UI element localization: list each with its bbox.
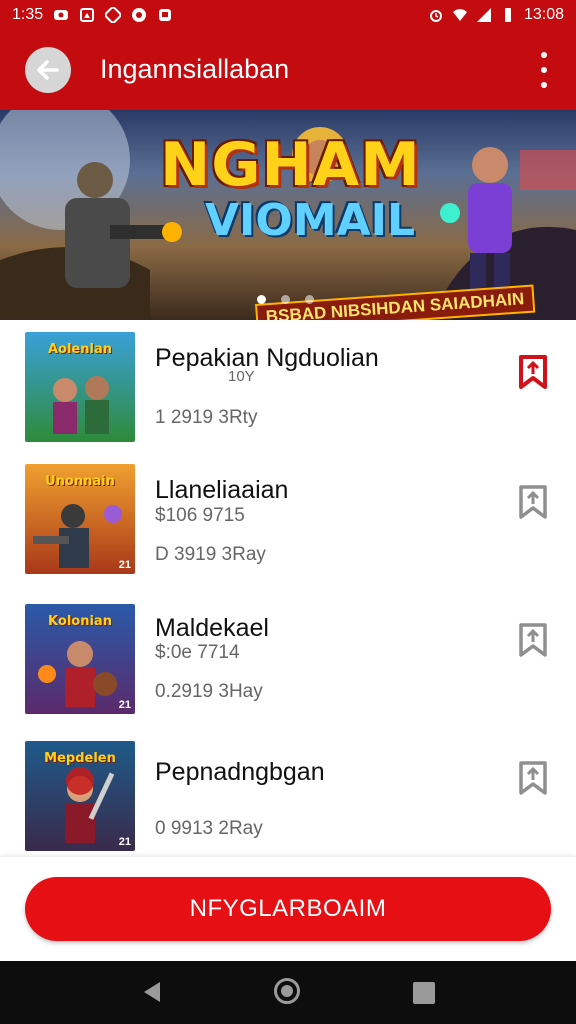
banner-title: NGHAM xyxy=(160,130,421,200)
primary-action-button[interactable]: NFYGLARBOAIM xyxy=(25,877,551,941)
bookmark-icon[interactable] xyxy=(518,484,548,520)
featured-banner[interactable]: NGHAM VIOMAIL BSBAD NIBSIHDAN SAIADHAIN xyxy=(0,110,576,320)
nav-home-icon[interactable] xyxy=(274,978,300,1004)
bookmark-icon[interactable] xyxy=(518,622,548,658)
item-meta: 0.2919 3Hay xyxy=(155,681,263,702)
item-title: Llaneliaaian xyxy=(155,476,289,504)
alarm-icon xyxy=(429,10,442,22)
more-vert-icon xyxy=(541,52,547,58)
bottom-action-area: NFYGLARBOAIM xyxy=(0,857,576,961)
item-subtitle: 10Y xyxy=(228,368,255,385)
notification-icon xyxy=(132,8,147,22)
game-thumbnail: Mepdelen 21 xyxy=(25,741,135,851)
image-icon xyxy=(80,8,95,22)
bookmark-filled-icon[interactable] xyxy=(518,354,548,390)
thumbnail-label: Mepdelen xyxy=(44,751,116,766)
status-bar: 1:35 13:08 xyxy=(0,0,576,30)
item-meta: D 3919 3Ray xyxy=(155,544,266,565)
list-item[interactable]: Mepdelen 21 Pepnadngbgan 0 9913 2Ray xyxy=(0,734,576,872)
status-time: 1:35 xyxy=(12,6,44,23)
item-subtitle: $:0e 7714 xyxy=(155,642,240,663)
item-title: Pepakian Ngduolian xyxy=(155,344,379,372)
carousel-dot[interactable] xyxy=(257,295,266,304)
game-thumbnail: Kolonian 21 xyxy=(25,604,135,714)
app-bar: Ingannsiallaban xyxy=(0,30,576,110)
arrow-left-icon xyxy=(37,60,59,80)
thumbnail-badge: 21 xyxy=(118,559,131,571)
game-thumbnail: Unonnain 21 xyxy=(25,464,135,574)
carousel-indicator[interactable] xyxy=(257,295,314,304)
thumbnail-badge: 21 xyxy=(118,836,131,848)
carousel-dot[interactable] xyxy=(305,295,314,304)
overflow-menu-button[interactable] xyxy=(534,52,554,88)
carousel-dot[interactable] xyxy=(281,295,290,304)
battery-icon xyxy=(504,8,511,22)
banner-title-secondary: VIOMAIL xyxy=(205,195,416,246)
thumbnail-label: Aolenlan xyxy=(47,342,112,357)
item-title: Pepnadngbgan xyxy=(155,758,325,786)
app-icon xyxy=(159,9,172,21)
item-title: Maldekael xyxy=(155,614,269,642)
page-title: Ingannsiallaban xyxy=(100,54,290,84)
bookmark-icon[interactable] xyxy=(518,760,548,796)
game-icon xyxy=(105,7,122,23)
back-button[interactable] xyxy=(25,47,71,93)
list-item[interactable]: Aolenlan Pepakian Ngduolian 10Y 1 2919 3… xyxy=(0,320,576,458)
item-meta: 1 2919 3Rty xyxy=(155,407,258,428)
thumbnail-label: Unonnain xyxy=(45,474,115,489)
wifi-icon xyxy=(452,9,467,21)
signal-icon xyxy=(476,8,491,22)
item-subtitle: $106 9715 xyxy=(155,505,245,526)
system-nav-bar xyxy=(0,961,576,1024)
nav-recents-icon[interactable] xyxy=(413,982,435,1004)
thumbnail-badge: 21 xyxy=(118,699,131,711)
nav-back-icon[interactable] xyxy=(142,981,162,1003)
game-thumbnail: Aolenlan xyxy=(25,332,135,442)
thumbnail-label: Kolonian xyxy=(48,614,112,629)
list-item[interactable]: Kolonian 21 Maldekael $:0e 7714 0.2919 3… xyxy=(0,596,576,734)
item-meta: 0 9913 2Ray xyxy=(155,818,263,839)
list-item[interactable]: Unonnain 21 Llaneliaaian $106 9715 D 391… xyxy=(0,458,576,596)
link-icon xyxy=(54,10,69,20)
status-clock: 13:08 xyxy=(523,6,564,23)
